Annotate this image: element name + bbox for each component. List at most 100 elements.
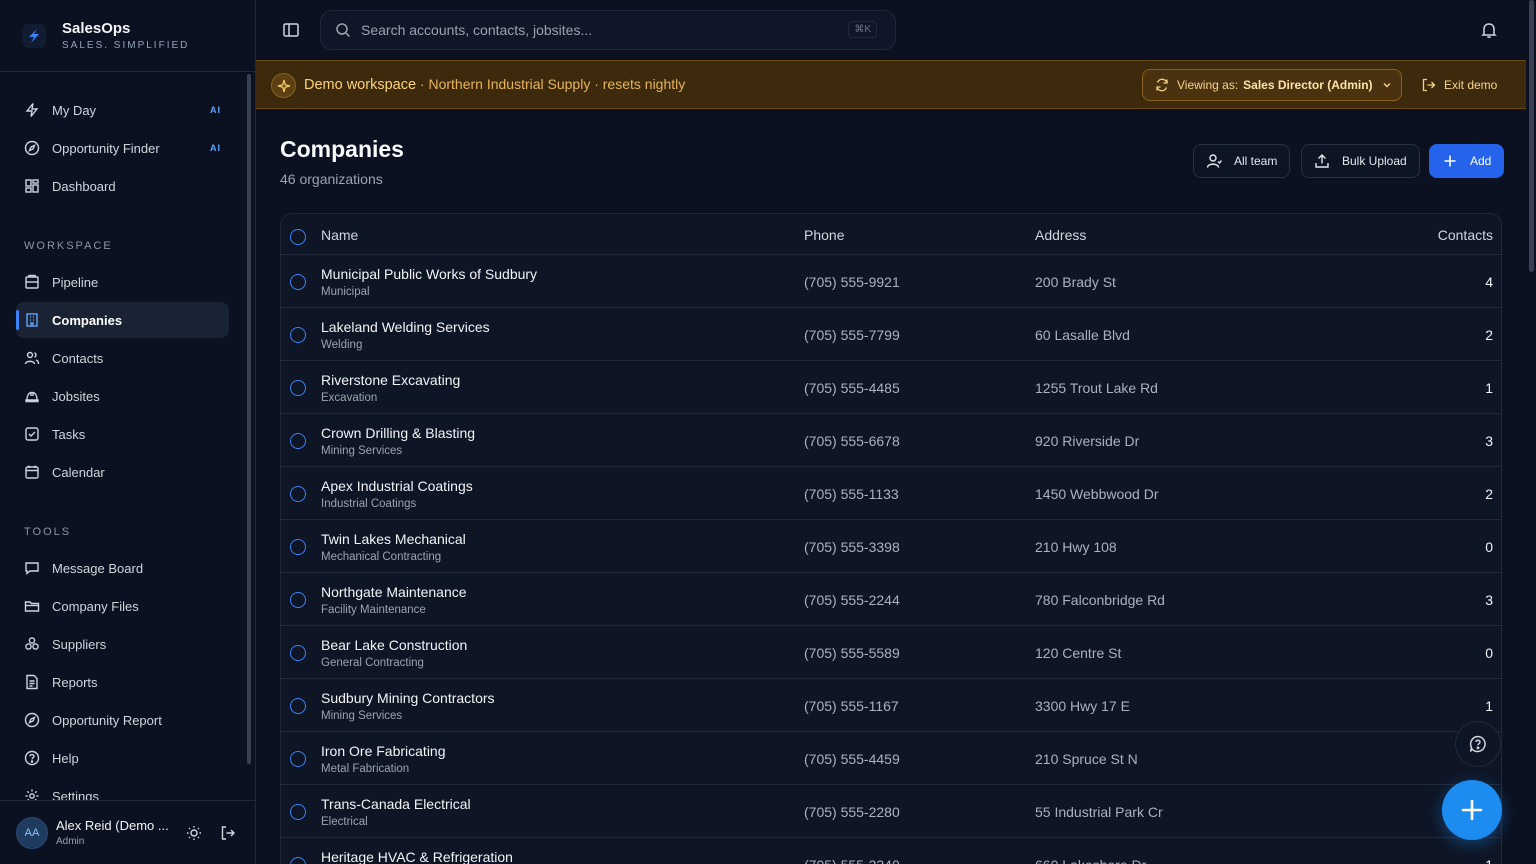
row-checkbox[interactable] [290,645,306,661]
report-icon [26,674,38,690]
viewing-role: Sales Director (Admin) [1243,78,1373,92]
page-scrollbar[interactable] [1527,0,1536,864]
logout-icon[interactable] [220,825,236,841]
table-row[interactable]: Northgate Maintenance Facility Maintenanc… [281,573,1501,626]
company-address: 120 Centre St [1035,645,1122,661]
column-header-name[interactable]: Name [321,227,358,243]
sidebar-item-dashboard[interactable]: Dashboard [16,168,229,204]
avatar[interactable]: AA [16,816,48,849]
sidebar-item-opportunity-report[interactable]: Opportunity Report [16,702,229,738]
column-header-contacts[interactable]: Contacts [1438,227,1493,243]
user-info[interactable]: Alex Reid (Demo ... Admin [56,818,172,847]
row-checkbox[interactable] [290,380,306,396]
company-contacts-count: 1 [1485,857,1493,864]
chevron-down-icon [1383,83,1391,88]
sidebar-item-label: Help [52,750,79,766]
sidebar-item-pipeline[interactable]: Pipeline [16,264,229,300]
table-row[interactable]: Municipal Public Works of Sudbury Municip… [281,255,1501,308]
bell-icon[interactable] [1480,21,1498,39]
sidebar-scroll-thumb[interactable] [247,74,251,764]
company-name[interactable]: Twin Lakes Mechanical [321,531,466,547]
sun-icon[interactable] [186,825,202,841]
select-all-checkbox[interactable] [290,229,306,245]
sidebar-item-reports[interactable]: Reports [16,664,229,700]
company-name[interactable]: Iron Ore Fabricating [321,743,446,759]
help-button[interactable] [1455,721,1501,767]
company-name[interactable]: Lakeland Welding Services [321,319,490,335]
table-row[interactable]: Twin Lakes Mechanical Mechanical Contract… [281,520,1501,573]
compass-icon [24,712,40,728]
page-scroll-thumb[interactable] [1529,0,1534,272]
sidebar-item-companies[interactable]: Companies [16,302,229,338]
row-checkbox[interactable] [290,327,306,343]
column-header-address[interactable]: Address [1035,227,1086,243]
row-checkbox[interactable] [290,433,306,449]
user-role: Admin [56,836,85,847]
company-phone: (705) 555-6678 [804,433,900,449]
building-icon [26,313,38,327]
company-name[interactable]: Apex Industrial Coatings [321,478,473,494]
sidebar-item-label: Opportunity Report [52,712,162,728]
all-team-button[interactable]: All team [1193,144,1291,178]
company-name[interactable]: Bear Lake Construction [321,637,467,653]
sidebar-item-calendar[interactable]: Calendar [16,454,229,490]
company-name[interactable]: Municipal Public Works of Sudbury [321,266,537,282]
row-checkbox[interactable] [290,486,306,502]
brand[interactable]: SalesOps SALES. SIMPLIFIED [0,0,255,72]
bulk-upload-button[interactable]: Bulk Upload [1301,144,1420,178]
sidebar-item-suppliers[interactable]: Suppliers [16,626,229,662]
brand-tagline: SALES. SIMPLIFIED [62,40,190,51]
users-icon [24,351,40,365]
company-name[interactable]: Sudbury Mining Contractors [321,690,495,706]
help-icon [24,750,40,766]
quick-add-button[interactable] [1442,780,1502,840]
sidebar-item-tasks[interactable]: Tasks [16,416,229,452]
viewing-as-dropdown[interactable]: Viewing as: Sales Director (Admin) [1142,69,1402,101]
refresh-icon [1156,78,1168,92]
column-header-phone[interactable]: Phone [804,227,844,243]
table-row[interactable]: Trans-Canada Electrical Electrical (705) 5… [281,785,1501,838]
row-checkbox[interactable] [290,539,306,555]
company-phone: (705) 555-5589 [804,645,900,661]
row-checkbox[interactable] [290,804,306,820]
sidebar-item-company-files[interactable]: Company Files [16,588,229,624]
row-checkbox[interactable] [290,857,306,864]
table-header: Name Phone Address Contacts [281,214,1501,255]
exit-demo-button[interactable]: Exit demo [1422,69,1497,101]
sidebar-item-settings[interactable]: Settings [16,778,229,800]
table-row[interactable]: Iron Ore Fabricating Metal Fabrication (70… [281,732,1501,785]
company-name[interactable]: Northgate Maintenance [321,584,467,600]
sidebar-scrollbar[interactable] [246,74,252,764]
sidebar-item-contacts[interactable]: Contacts [16,340,229,376]
sidebar-item-help[interactable]: Help [16,740,229,776]
row-checkbox[interactable] [290,592,306,608]
row-checkbox[interactable] [290,698,306,714]
table-row[interactable]: Riverstone Excavating Excavation (705) 555… [281,361,1501,414]
table-row[interactable]: Lakeland Welding Services Welding (705) 55… [281,308,1501,361]
sidebar-item-message-board[interactable]: Message Board [16,550,229,586]
table-row[interactable]: Bear Lake Construction General Contractin… [281,626,1501,679]
boxes-icon [25,637,39,650]
table-row[interactable]: Sudbury Mining Contractors Mining Service… [281,679,1501,732]
exit-icon [1422,78,1436,92]
sidebar-item-jobsites[interactable]: Jobsites [16,378,229,414]
search-box[interactable]: ⌘K [320,10,896,50]
page-title: Companies [280,136,404,162]
row-checkbox[interactable] [290,751,306,767]
add-company-button[interactable]: Add [1429,144,1505,178]
table-row[interactable]: Crown Drilling & Blasting Mining Services… [281,414,1501,467]
table-row[interactable]: Apex Industrial Coatings Industrial Coati… [281,467,1501,520]
table-row[interactable]: Heritage HVAC & Refrigeration (705) 555-3… [281,838,1501,864]
ai-badge: AI [210,105,221,115]
sidebar-item-opportunity-finder[interactable]: Opportunity Finder AI [16,130,229,166]
row-checkbox[interactable] [290,274,306,290]
sidebar-item-my-day[interactable]: My Day AI [16,92,229,128]
sidebar-toggle-icon[interactable] [282,21,300,39]
company-name[interactable]: Heritage HVAC & Refrigeration [321,849,513,864]
sidebar-item-label: Calendar [52,464,105,480]
compass-icon [24,140,40,156]
company-name[interactable]: Riverstone Excavating [321,372,460,388]
company-name[interactable]: Trans-Canada Electrical [321,796,471,812]
search-input[interactable] [361,22,841,38]
company-name[interactable]: Crown Drilling & Blasting [321,425,475,441]
